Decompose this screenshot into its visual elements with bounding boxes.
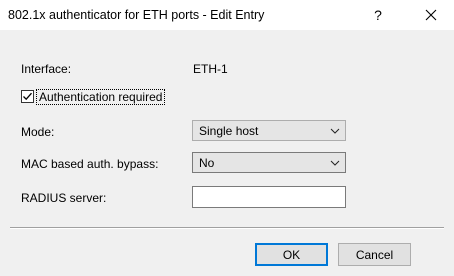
interface-label: Interface:	[21, 62, 72, 76]
divider	[10, 227, 444, 229]
mode-select-value: Single host	[199, 123, 259, 138]
auth-required-checkbox-row[interactable]: Authentication required	[21, 88, 166, 105]
mac-bypass-select-value: No	[199, 155, 215, 170]
mode-select[interactable]: Single host	[192, 120, 346, 141]
close-icon	[425, 9, 437, 21]
radius-server-label: RADIUS server:	[21, 191, 107, 205]
auth-required-checkbox[interactable]	[21, 90, 34, 103]
close-button[interactable]	[408, 0, 454, 30]
window-title: 802.1x authenticator for ETH ports - Edi…	[8, 8, 265, 22]
mac-bypass-select[interactable]: No	[192, 152, 346, 173]
title-bar: 802.1x authenticator for ETH ports - Edi…	[0, 0, 454, 30]
auth-required-label[interactable]: Authentication required	[36, 88, 166, 105]
ok-button[interactable]: OK	[255, 243, 328, 266]
help-button[interactable]: ?	[355, 0, 401, 30]
check-icon	[23, 92, 32, 101]
radius-server-input[interactable]	[192, 186, 346, 208]
interface-value: ETH-1	[193, 62, 228, 76]
cancel-button[interactable]: Cancel	[338, 243, 411, 266]
chevron-down-icon	[325, 120, 345, 141]
chevron-down-icon	[325, 152, 345, 173]
mac-bypass-label: MAC based auth. bypass:	[21, 157, 159, 171]
mode-label: Mode:	[21, 125, 55, 139]
